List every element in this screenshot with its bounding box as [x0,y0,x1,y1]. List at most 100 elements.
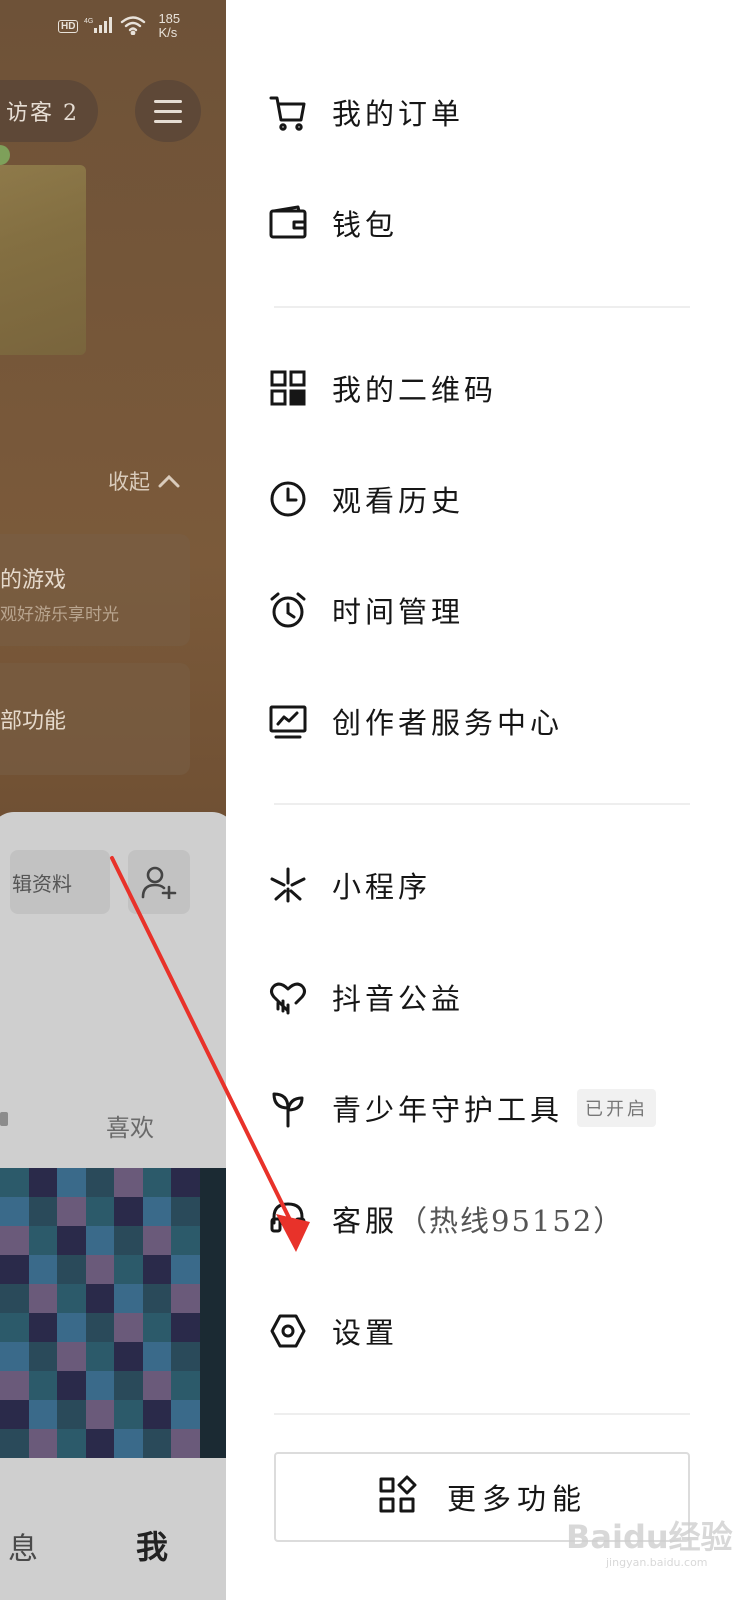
mosaic-cell [142,1313,172,1342]
mosaic-cell [0,1197,29,1226]
mosaic-cell [114,1429,143,1458]
add-friend-button[interactable] [128,850,190,914]
mosaic-cell [114,1284,143,1313]
clock-icon [266,477,310,521]
mosaic-cell [142,1371,172,1400]
divider [274,803,690,805]
mosaic-cell [142,1197,172,1226]
nav-me[interactable]: 我 [136,1522,168,1568]
watermark-text: Baidu经验 [566,1518,733,1556]
menu-item-my-orders[interactable]: 我的订单 [266,77,696,147]
mosaic-cell [171,1313,200,1342]
menu-item-mini-programs[interactable]: 小程序 [266,850,696,920]
mosaic-cell [114,1226,143,1255]
games-card[interactable]: 的游戏 观好游乐享时光 [0,534,190,646]
menu-item-wallet[interactable]: 钱包 [266,188,696,258]
mosaic-cell [57,1284,86,1313]
mosaic-cell [57,1400,86,1429]
monitor-chart-icon [266,699,310,743]
mosaic-cell [0,1226,29,1255]
visitor-count-button[interactable]: 访客 2 [0,80,98,142]
divider [274,1413,690,1415]
menu-item-my-qrcode[interactable]: 我的二维码 [266,353,696,423]
mosaic-cell [171,1371,200,1400]
mosaic-cell [28,1284,58,1313]
divider [274,306,690,308]
pixelated-video-thumbnail[interactable] [0,1168,200,1458]
mosaic-cell [114,1400,143,1429]
edit-profile-button[interactable]: 辑资料 [10,850,110,914]
mosaic-cell [57,1197,86,1226]
mosaic-cell [85,1371,115,1400]
mosaic-cell [28,1429,58,1458]
mosaic-cell [85,1255,115,1284]
cart-icon [266,90,310,134]
menu-item-youth-protection[interactable]: 青少年守护工具 已开启 [266,1073,696,1143]
network-speed: 185 K/s [158,11,181,40]
mosaic-cell [85,1342,115,1371]
menu-item-time-management[interactable]: 时间管理 [266,575,696,645]
mosaic-cell [57,1342,86,1371]
mosaic-cell [142,1284,172,1313]
chevron-up-icon [158,474,180,488]
mosaic-cell [142,1255,172,1284]
menu-item-settings[interactable]: 设置 [266,1296,696,1366]
mosaic-cell [28,1371,58,1400]
mosaic-cell [85,1400,115,1429]
mini-program-icon [266,863,310,907]
mosaic-cell [85,1226,115,1255]
mosaic-cell [0,1400,29,1429]
collapse-button[interactable]: 收起 [108,466,180,496]
mosaic-cell [0,1168,29,1197]
menu-line [154,99,182,103]
menu-item-label: 我的订单 [332,97,465,131]
mosaic-cell [28,1226,58,1255]
svg-text:4G: 4G [84,18,93,25]
mosaic-cell [85,1197,115,1226]
mosaic-cell [0,1429,29,1458]
mosaic-cell [0,1255,29,1284]
mosaic-cell [85,1429,115,1458]
mosaic-cell [28,1313,58,1342]
settings-hex-icon [266,1309,310,1353]
mosaic-cell [171,1284,200,1313]
all-features-card[interactable]: 部功能 [0,663,190,775]
mosaic-cell [28,1400,58,1429]
mosaic-cell [28,1168,58,1197]
menu-item-customer-service[interactable]: 客服 （热线95152） [266,1184,696,1254]
hd-badge: HD [58,19,79,33]
nav-messages[interactable]: 息 [8,1524,38,1568]
mosaic-cell [171,1226,200,1255]
headset-icon [266,1197,310,1241]
menu-item-label: 抖音公益 [332,982,465,1016]
mosaic-cell [114,1197,143,1226]
menu-item-creator-center[interactable]: 创作者服务中心 [266,686,696,756]
mosaic-cell [57,1226,86,1255]
heart-charity-icon [266,975,310,1019]
mosaic-cell [142,1342,172,1371]
mosaic-cell [57,1168,86,1197]
hamburger-menu-button[interactable] [135,80,201,142]
mosaic-cell [142,1400,172,1429]
online-dot [0,145,10,165]
collapse-label: 收起 [108,470,150,494]
alarm-clock-icon [266,588,310,632]
mosaic-cell [114,1255,143,1284]
tab-likes[interactable]: 喜欢 [106,1108,154,1143]
apps-grid-icon [377,1475,417,1519]
mosaic-cell [85,1313,115,1342]
menu-item-label: 创作者服务中心 [332,706,564,740]
menu-item-douyin-charity[interactable]: 抖音公益 [266,962,696,1032]
mosaic-cell [28,1255,58,1284]
mosaic-cell [0,1313,29,1342]
mosaic-cell [171,1400,200,1429]
mosaic-cell [28,1197,58,1226]
menu-item-watch-history[interactable]: 观看历史 [266,464,696,534]
mosaic-cell [114,1168,143,1197]
games-card-title: 的游戏 [0,568,67,593]
status-bar: HD 4G 185 K/s [58,12,180,40]
mosaic-cell [171,1255,200,1284]
avatar-image [0,165,86,355]
mosaic-cell [171,1197,200,1226]
mosaic-cell [142,1226,172,1255]
